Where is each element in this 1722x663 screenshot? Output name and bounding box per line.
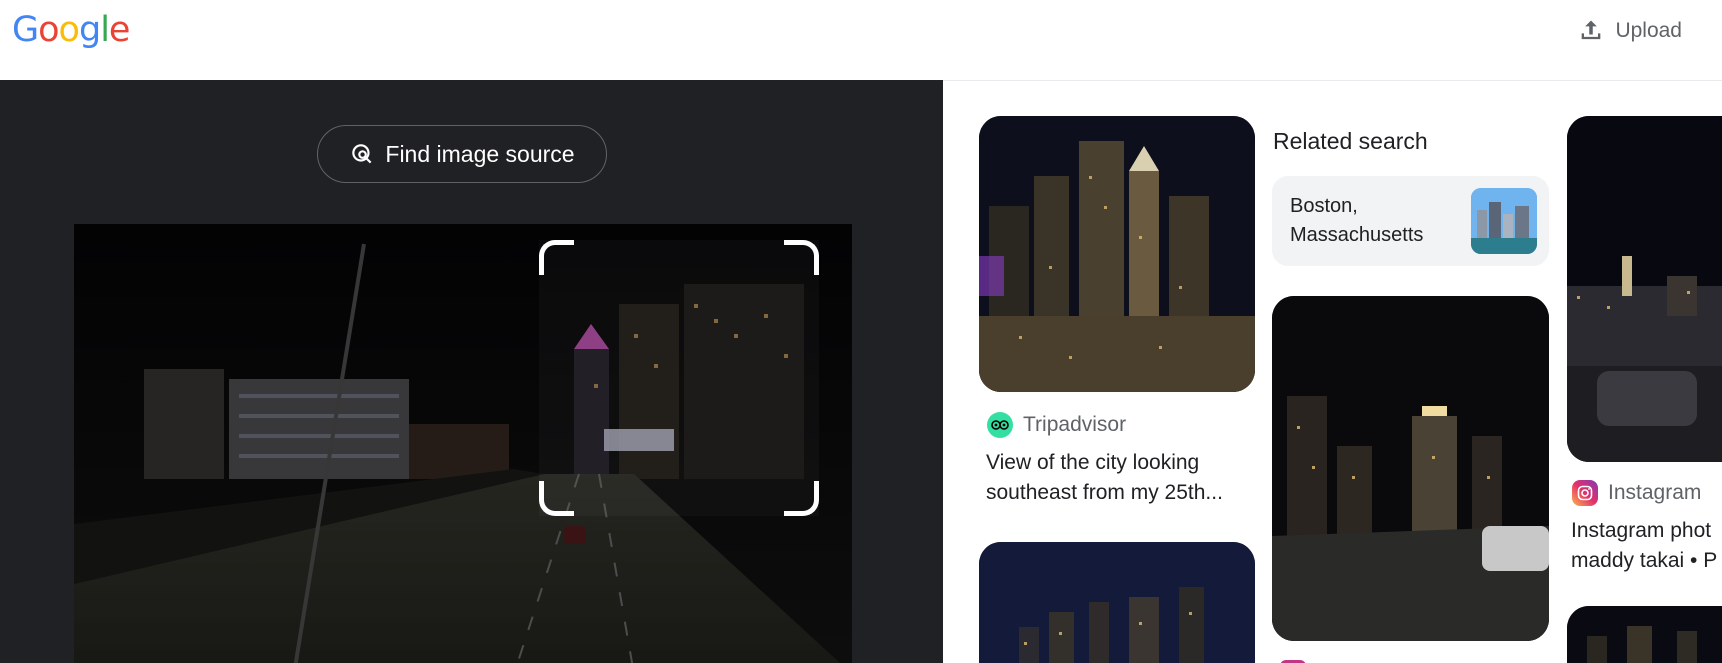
- related-search-chip[interactable]: Boston, Massachusetts: [1272, 176, 1549, 266]
- result-image-1[interactable]: [979, 116, 1255, 392]
- result-title-line: maddy takai • P: [1571, 549, 1718, 572]
- result-title-line: View of the city looking: [986, 451, 1200, 474]
- instagram-icon: [1572, 480, 1598, 506]
- result-source-name: Instagram: [1608, 481, 1702, 504]
- related-search-thumbnail: [1471, 188, 1537, 254]
- result-title-1[interactable]: View of the city looking southeast from …: [986, 448, 1256, 508]
- result-title-line: southeast from my 25th...: [986, 481, 1223, 504]
- related-search-heading: Related search: [1273, 128, 1428, 154]
- result-image-3[interactable]: [979, 542, 1255, 663]
- upload-label: Upload: [1615, 19, 1682, 42]
- related-search-chip-text: Boston, Massachusetts: [1290, 192, 1460, 250]
- top-bar: Google Upload: [0, 0, 1722, 81]
- crop-handle-bottom-right[interactable]: [784, 481, 819, 516]
- lens-image-panel: Find image source: [0, 80, 943, 663]
- find-image-source-label: Find image source: [385, 140, 575, 167]
- crop-handle-top-right[interactable]: [784, 240, 819, 275]
- chip-line: Massachusetts: [1290, 224, 1424, 246]
- result-title-line: Instagram phot: [1571, 519, 1712, 542]
- query-image[interactable]: [74, 224, 852, 663]
- visual-matches: Tripadvisor View of the city looking sou…: [943, 80, 1722, 663]
- google-logo[interactable]: Google: [12, 10, 130, 50]
- upload-icon: [1577, 17, 1605, 45]
- crop-selection-box[interactable]: [539, 240, 819, 516]
- result-image-5[interactable]: [1567, 606, 1722, 663]
- result-source-name: Tripadvisor: [1023, 413, 1127, 436]
- result-source-2[interactable]: Instagram: [1572, 480, 1701, 506]
- find-image-source-button[interactable]: Find image source: [317, 125, 607, 183]
- result-source-1[interactable]: Tripadvisor: [987, 412, 1126, 438]
- tripadvisor-icon: [987, 412, 1013, 438]
- upload-button[interactable]: Upload: [1577, 12, 1682, 50]
- chip-line: Boston,: [1290, 195, 1358, 217]
- result-title-2[interactable]: Instagram phot maddy takai • P: [1571, 516, 1722, 576]
- lens-search-icon: [349, 141, 375, 167]
- result-image-2[interactable]: [1272, 296, 1549, 641]
- crop-handle-top-left[interactable]: [539, 240, 574, 275]
- crop-handle-bottom-left[interactable]: [539, 481, 574, 516]
- result-image-4[interactable]: [1567, 116, 1722, 462]
